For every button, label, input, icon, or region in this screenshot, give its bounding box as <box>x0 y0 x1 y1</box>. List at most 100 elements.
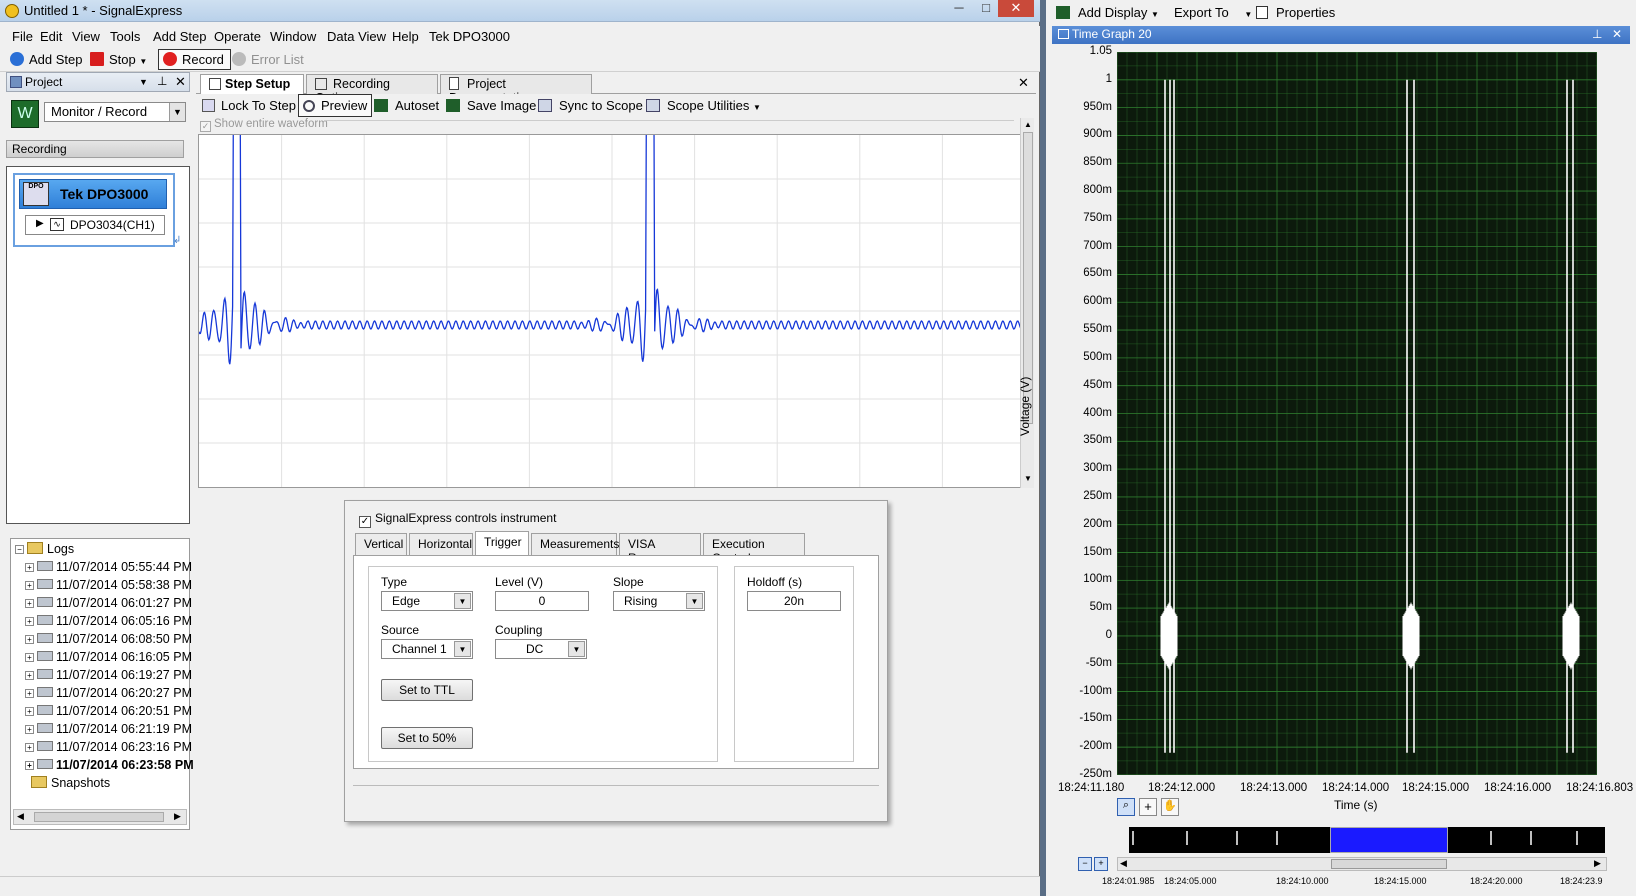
subtab-trigger[interactable]: Trigger <box>475 531 529 556</box>
log-entry[interactable]: +11/07/2014 06:16:05 PM <box>25 650 192 668</box>
scroll-left-icon[interactable]: ◀ <box>17 811 24 822</box>
tab-recording-options[interactable]: Recording Options <box>306 74 438 105</box>
expand-icon[interactable]: + <box>25 671 34 680</box>
close-tab-icon[interactable]: ✕ <box>1018 75 1029 91</box>
pane-menu-icon[interactable]: ▼ <box>139 77 148 87</box>
autoset-button[interactable]: Autoset <box>374 98 439 113</box>
mode-select[interactable]: Monitor / Record ▼ <box>44 102 186 122</box>
source-select[interactable]: Channel 1 ▼ <box>381 639 473 659</box>
scroll-down-icon[interactable]: ▼ <box>1024 474 1032 483</box>
menu-file[interactable]: File <box>12 29 33 44</box>
scroll-up-icon[interactable]: ▲ <box>1024 120 1032 129</box>
tab-project-documentation[interactable]: Project Documentation <box>440 74 592 105</box>
pin-icon[interactable]: ⊥ <box>1592 27 1602 41</box>
log-entry[interactable]: +11/07/2014 06:23:16 PM <box>25 740 192 758</box>
overview-scrollbar[interactable]: ◀ ▶ <box>1117 857 1607 871</box>
set-to-50-button[interactable]: Set to 50% <box>381 727 473 749</box>
show-entire-checkbox[interactable]: ✓ <box>200 121 211 132</box>
pan-tool-icon[interactable]: ✋ <box>1161 798 1179 816</box>
collapse-icon[interactable]: − <box>15 545 24 554</box>
preview-button[interactable]: Preview <box>298 94 373 117</box>
log-entry[interactable]: +11/07/2014 06:08:50 PM <box>25 632 192 650</box>
tab-step-setup[interactable]: Step Setup <box>200 74 304 95</box>
holdoff-input[interactable]: 20n <box>747 591 841 611</box>
expand-icon[interactable]: + <box>25 599 34 608</box>
expand-icon[interactable]: + <box>25 761 34 770</box>
menu-view[interactable]: View <box>72 29 100 44</box>
scroll-right-icon[interactable]: ▶ <box>1594 858 1601 869</box>
log-entry[interactable]: +11/07/2014 06:20:51 PM <box>25 704 192 722</box>
log-entry[interactable]: +11/07/2014 06:21:19 PM <box>25 722 192 740</box>
menu-edit[interactable]: Edit <box>40 29 62 44</box>
controls-instrument-checkbox[interactable]: ✓ <box>359 516 371 528</box>
lock-to-step-button[interactable]: Lock To Step <box>202 98 296 113</box>
scope-utilities-button[interactable]: Scope Utilities ▼ <box>646 98 761 113</box>
expand-icon[interactable]: + <box>25 707 34 716</box>
set-to-ttl-button[interactable]: Set to TTL <box>381 679 473 701</box>
error-list-button[interactable]: Error List <box>232 52 304 67</box>
slope-select[interactable]: Rising ▼ <box>613 591 705 611</box>
expand-icon[interactable]: + <box>25 563 34 572</box>
expand-icon[interactable]: + <box>25 743 34 752</box>
export-to-button[interactable]: Export To ▼ <box>1174 5 1252 20</box>
sync-to-scope-button[interactable]: Sync to Scope <box>538 98 643 113</box>
add-display-button[interactable]: Add Display ▼ <box>1056 5 1159 20</box>
zoom-out-icon[interactable]: − <box>1078 857 1092 871</box>
type-select[interactable]: Edge ▼ <box>381 591 473 611</box>
log-entry[interactable]: +11/07/2014 05:55:44 PM <box>25 560 192 578</box>
device-step-card[interactable]: DPO Tek DPO3000 ▶ ∿ DPO3034(CH1) <box>13 173 175 247</box>
scroll-right-icon[interactable]: ▶ <box>174 811 181 822</box>
minimize-button[interactable]: ─ <box>946 0 972 17</box>
logs-root[interactable]: − Logs <box>15 542 74 560</box>
menu-tools[interactable]: Tools <box>110 29 140 44</box>
save-image-button[interactable]: Save Image <box>446 98 536 113</box>
cursor-tool-icon[interactable]: + <box>1139 798 1157 816</box>
add-step-button[interactable]: Add Step <box>10 52 83 67</box>
maximize-button[interactable]: □ <box>973 0 999 17</box>
properties-button[interactable]: Properties <box>1256 5 1335 20</box>
pin-icon[interactable]: ⊥ <box>157 74 167 88</box>
expand-icon[interactable]: + <box>25 635 34 644</box>
log-entry[interactable]: +11/07/2014 06:20:27 PM <box>25 686 192 704</box>
waveform-scroll-track[interactable] <box>324 120 1014 132</box>
expand-icon[interactable]: + <box>25 689 34 698</box>
device-header[interactable]: DPO Tek DPO3000 <box>19 179 167 209</box>
snapshots-node[interactable]: Snapshots <box>31 776 110 794</box>
scroll-thumb[interactable] <box>34 812 164 822</box>
stop-button[interactable]: Stop ▼ <box>90 52 147 67</box>
coupling-select[interactable]: DC ▼ <box>495 639 587 659</box>
log-entry[interactable]: +11/07/2014 06:01:27 PM <box>25 596 192 614</box>
log-entry[interactable]: +11/07/2014 06:19:27 PM <box>25 668 192 686</box>
log-entry[interactable]: +11/07/2014 06:05:16 PM <box>25 614 192 632</box>
zoom-in-icon[interactable]: + <box>1094 857 1108 871</box>
menu-help[interactable]: Help <box>392 29 419 44</box>
menu-tek-dpo3000[interactable]: Tek DPO3000 <box>429 29 510 44</box>
expand-icon[interactable]: + <box>25 653 34 662</box>
subtab-visa-resource[interactable]: VISA Resource <box>619 533 701 565</box>
overview-selection[interactable] <box>1330 827 1448 853</box>
menu-window[interactable]: Window <box>270 29 316 44</box>
subtab-horizontal[interactable]: Horizontal <box>409 533 473 555</box>
close-pane-icon[interactable]: ✕ <box>175 74 186 90</box>
subtab-vertical[interactable]: Vertical <box>355 533 407 555</box>
logs-horizontal-scrollbar[interactable]: ◀ ▶ <box>13 809 187 825</box>
expand-icon[interactable]: + <box>25 617 34 626</box>
expand-icon[interactable]: + <box>25 581 34 590</box>
log-entry[interactable]: +11/07/2014 05:58:38 PM <box>25 578 192 596</box>
level-input[interactable]: 0 <box>495 591 589 611</box>
channel-row[interactable]: ▶ ∿ DPO3034(CH1) <box>25 215 165 235</box>
close-button[interactable]: ✕ <box>998 0 1034 17</box>
expand-arrow-icon[interactable]: ▶ <box>36 218 44 229</box>
scroll-left-icon[interactable]: ◀ <box>1120 858 1127 869</box>
record-button[interactable]: Record <box>158 49 231 70</box>
zoom-tool-icon[interactable]: ⌕ <box>1117 798 1135 816</box>
scroll-thumb[interactable] <box>1331 859 1447 869</box>
menu-add-step[interactable]: Add Step <box>153 29 207 44</box>
subtab-measurements[interactable]: Measurements <box>531 533 619 555</box>
subtab-execution-control[interactable]: Execution Control <box>703 533 805 565</box>
close-graph-icon[interactable]: ✕ <box>1612 27 1622 41</box>
menu-data-view[interactable]: Data View <box>327 29 386 44</box>
expand-icon[interactable]: + <box>25 725 34 734</box>
log-entry-current[interactable]: +11/07/2014 06:23:58 PM <box>25 758 194 776</box>
menu-operate[interactable]: Operate <box>214 29 261 44</box>
